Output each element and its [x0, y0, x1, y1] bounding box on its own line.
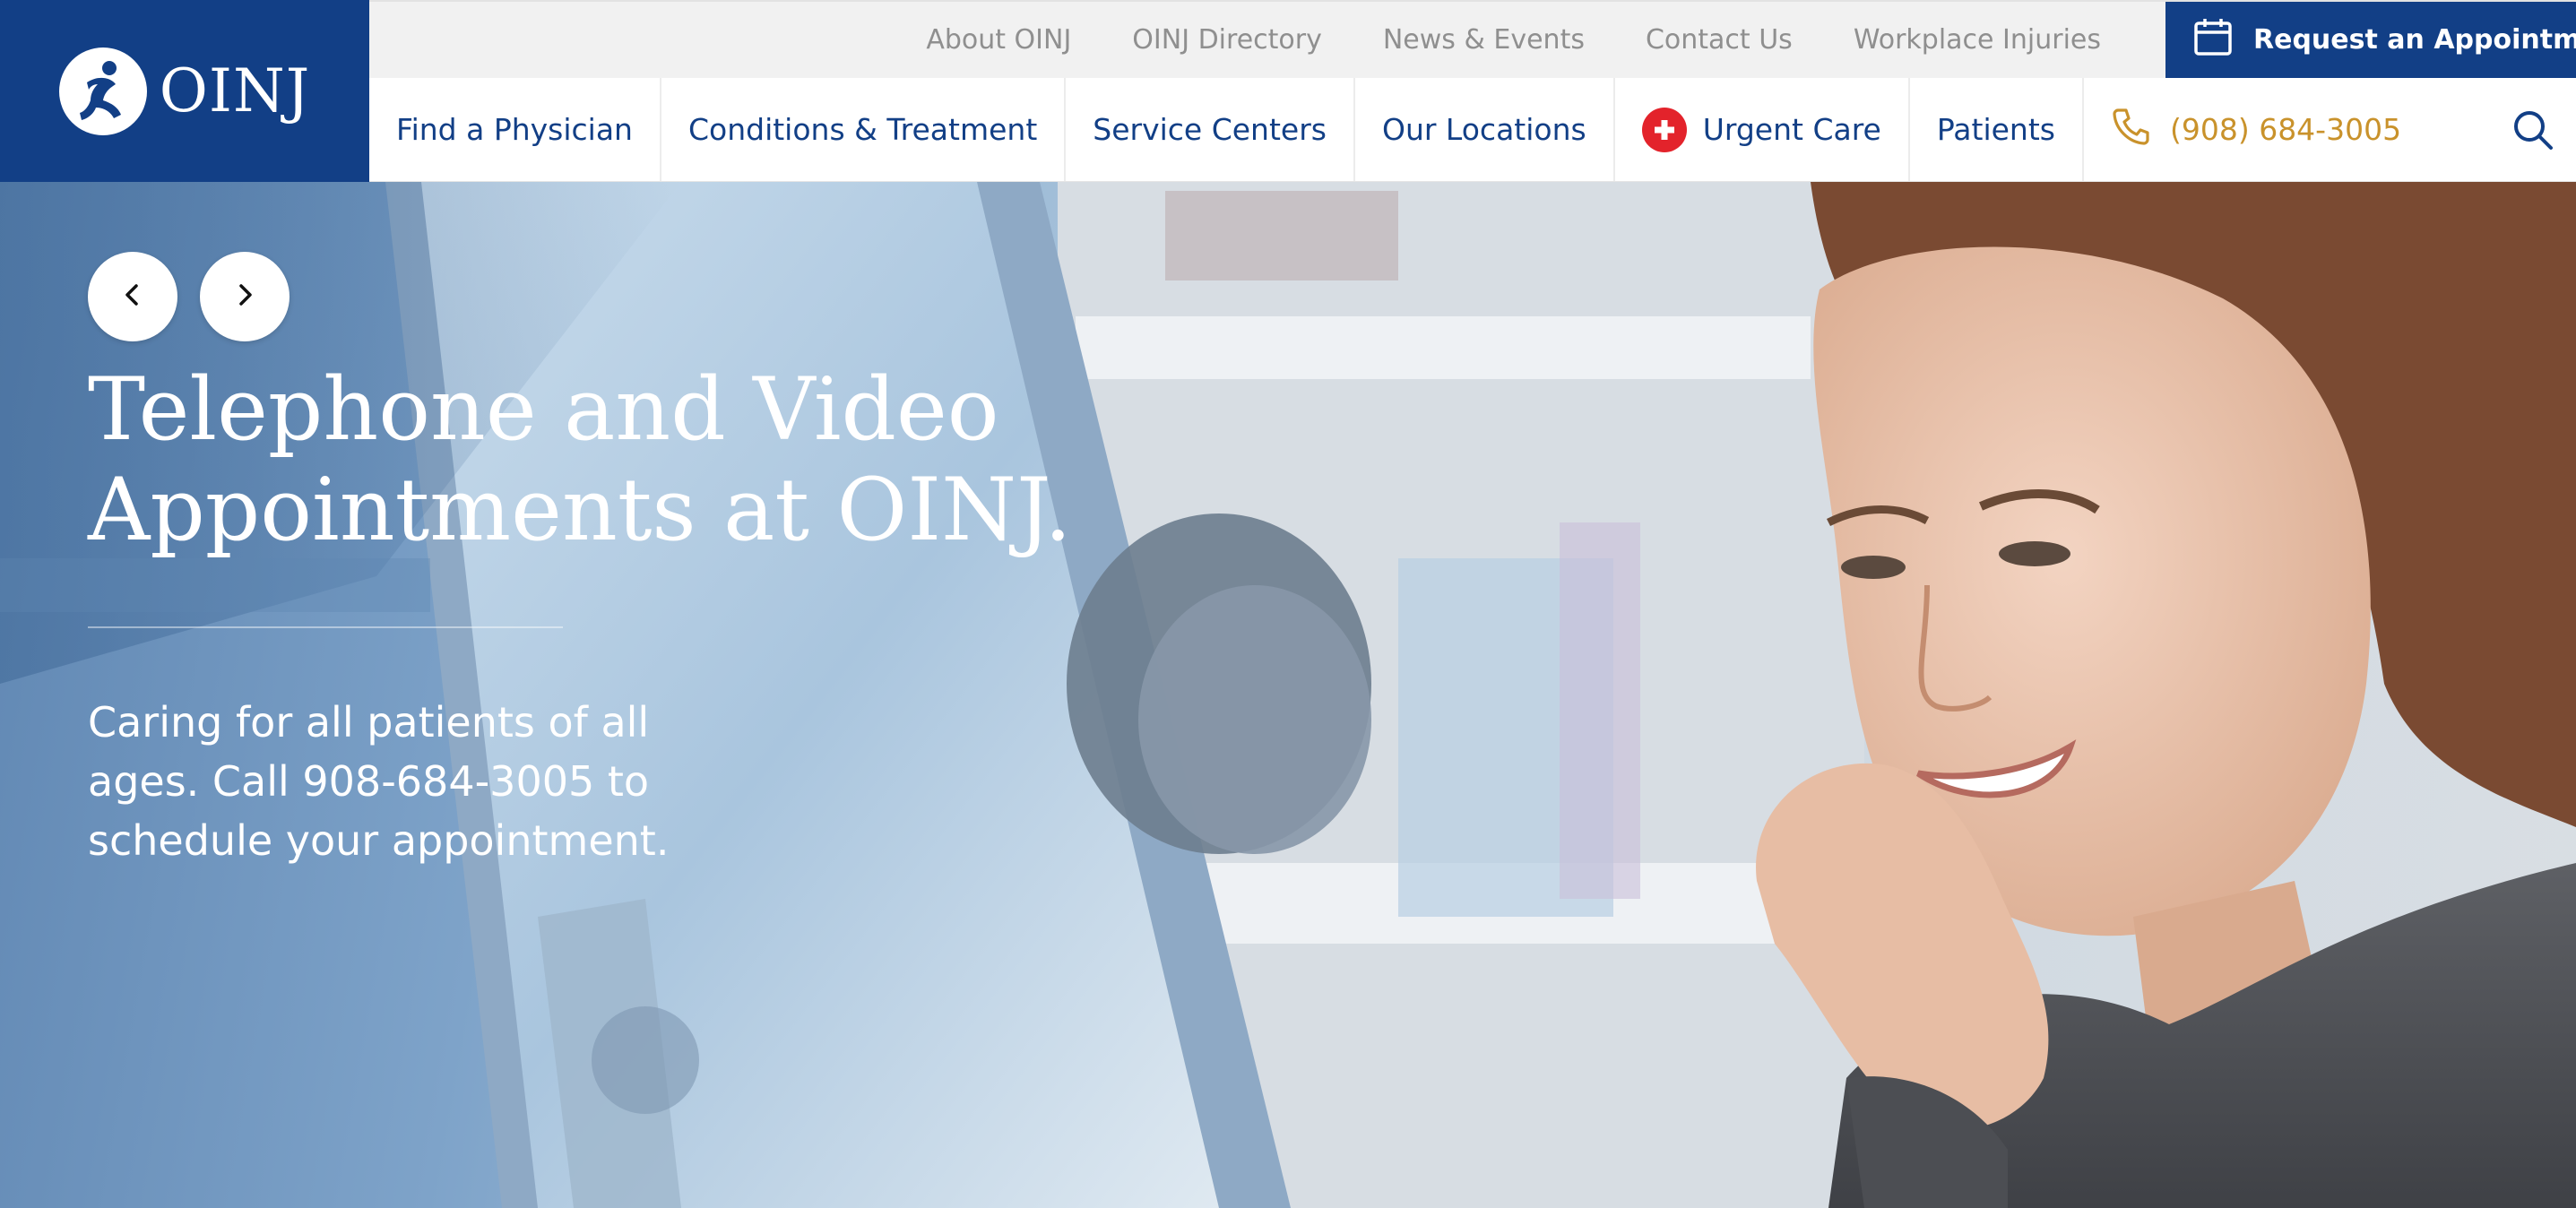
phone-link[interactable]: (908) 684-3005 — [2084, 78, 2428, 181]
chevron-left-icon — [119, 281, 146, 313]
nav-item-service-centers[interactable]: Service Centers — [1066, 78, 1355, 181]
request-appointment-button[interactable]: Request an Appointment — [2165, 2, 2576, 78]
nav-item-urgent-care-label: Urgent Care — [1702, 112, 1881, 147]
hero-subtitle-line-3: schedule your appointment. — [88, 816, 670, 865]
hero-subtitle-line-1: Caring for all patients of all — [88, 698, 650, 746]
page: OINJ About OINJ OINJ Directory News & Ev… — [0, 0, 2576, 1208]
phone-icon — [2111, 107, 2150, 153]
request-appointment-label: Request an Appointment — [2253, 24, 2576, 56]
search-icon[interactable] — [2510, 107, 2556, 153]
phone-number: (908) 684-3005 — [2169, 112, 2402, 147]
medical-cross-icon — [1641, 107, 1687, 152]
carousel-next-button[interactable] — [200, 252, 290, 341]
running-figure-emblem-icon — [58, 47, 147, 135]
nav-item-find-physician[interactable]: Find a Physician — [369, 78, 661, 181]
hero-subtitle-line-2: ages. Call 908-684-3005 to — [88, 757, 650, 806]
nav-item-urgent-care[interactable]: Urgent Care — [1615, 78, 1910, 181]
utility-link-news-events[interactable]: News & Events — [1353, 24, 1615, 56]
calendar-icon — [2192, 16, 2234, 65]
hero-subtitle: Caring for all patients of all ages. Cal… — [88, 693, 679, 870]
logo-text: OINJ — [159, 56, 311, 125]
utility-link-contact[interactable]: Contact Us — [1615, 24, 1823, 56]
utility-link-about[interactable]: About OINJ — [895, 24, 1102, 56]
hero-title: Telephone and Video Appointments at OINJ… — [88, 359, 1163, 560]
nav-item-conditions-treatment[interactable]: Conditions & Treatment — [661, 78, 1067, 181]
hero-title-line-1: Telephone and Video — [88, 359, 999, 460]
hero-banner: Telephone and Video Appointments at OINJ… — [0, 182, 2576, 1208]
carousel-controls — [88, 252, 290, 341]
utility-bar: About OINJ OINJ Directory News & Events … — [369, 0, 2576, 78]
nav-item-patients[interactable]: Patients — [1910, 78, 2084, 181]
chevron-right-icon — [231, 281, 258, 313]
hero-divider — [88, 626, 563, 628]
utility-link-directory[interactable]: OINJ Directory — [1102, 24, 1353, 56]
utility-links: About OINJ OINJ Directory News & Events … — [895, 2, 2165, 78]
main-nav: Find a Physician Conditions & Treatment … — [369, 78, 2576, 182]
nav-item-our-locations[interactable]: Our Locations — [1355, 78, 1615, 181]
carousel-prev-button[interactable] — [88, 252, 177, 341]
logo-link[interactable]: OINJ — [0, 0, 369, 182]
hero-title-line-2: Appointments at OINJ. — [88, 460, 1072, 560]
utility-link-workplace-injuries[interactable]: Workplace Injuries — [1823, 24, 2131, 56]
